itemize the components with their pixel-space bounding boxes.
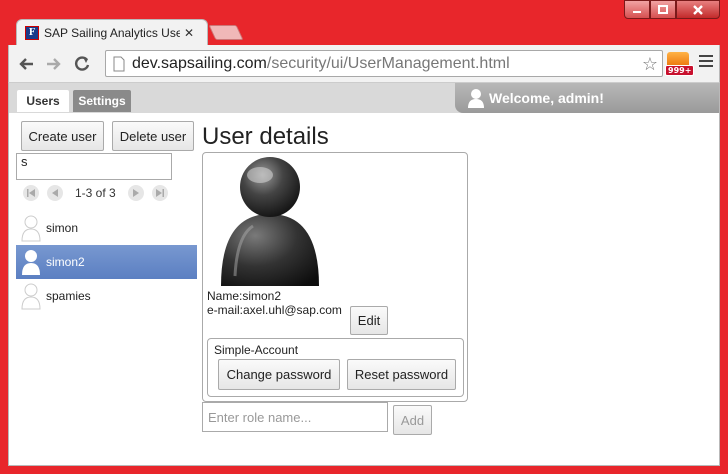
reload-button[interactable] <box>71 53 93 75</box>
last-page-icon <box>155 189 164 197</box>
new-tab-button[interactable] <box>208 25 244 40</box>
page-content: Users Settings Welcome, admin! Create us… <box>8 82 720 466</box>
list-item[interactable]: simon2 <box>16 245 197 279</box>
user-avatar-icon <box>221 157 319 286</box>
tab-settings[interactable]: Settings <box>73 90 131 112</box>
user-filter-input[interactable]: s <box>16 153 172 180</box>
user-name: simon2 <box>46 255 85 269</box>
back-arrow-icon <box>19 57 33 70</box>
user-icon <box>468 89 484 108</box>
welcome-text: Welcome, admin! <box>489 90 604 106</box>
tab-close-icon[interactable]: ✕ <box>184 26 194 40</box>
list-item[interactable]: simon <box>16 211 197 245</box>
bookmark-star-icon[interactable]: ☆ <box>642 54 658 75</box>
chrome-menu-icon[interactable] <box>699 55 713 70</box>
rss-count-badge: 999+ <box>665 65 695 76</box>
close-icon <box>693 4 703 15</box>
prev-page-button[interactable] <box>47 185 63 201</box>
edit-button[interactable]: Edit <box>350 306 388 335</box>
maximize-icon <box>658 5 668 14</box>
list-item[interactable]: spamies <box>16 279 197 313</box>
page-title: User details <box>202 123 329 150</box>
window-controls <box>624 0 720 20</box>
create-user-button[interactable]: Create user <box>21 121 104 151</box>
first-page-button[interactable] <box>23 185 39 201</box>
user-details-panel: Name:simon2 e-mail:axel.uhl@sap.com Edit… <box>202 152 468 402</box>
forward-arrow-icon <box>47 57 61 70</box>
user-name: simon <box>46 221 79 235</box>
next-page-icon <box>132 189 139 197</box>
url-host: dev.sapsailing.com <box>132 54 267 72</box>
minimize-button[interactable] <box>624 0 650 19</box>
pager-text: 1-3 of 3 <box>75 186 116 200</box>
user-list: simon simon2 spamies <box>16 211 197 313</box>
reload-icon <box>75 55 90 71</box>
tab-title: SAP Sailing Analytics User <box>44 26 180 40</box>
add-role-button[interactable]: Add <box>393 405 432 435</box>
tab-users[interactable]: Users <box>17 90 69 112</box>
minimize-icon <box>633 10 641 13</box>
back-button[interactable] <box>15 53 37 75</box>
avatar <box>217 156 323 286</box>
user-email-line: e-mail:axel.uhl@sap.com <box>207 303 342 317</box>
browser-window: F SAP Sailing Analytics User ✕ dev.sapsa… <box>0 0 728 474</box>
simple-account-group: Simple-Account Change password Reset pas… <box>207 338 464 397</box>
user-name: spamies <box>46 289 91 303</box>
user-name-line: Name:simon2 <box>207 289 282 303</box>
change-password-button[interactable]: Change password <box>218 359 340 390</box>
last-page-button[interactable] <box>151 185 168 201</box>
close-window-button[interactable] <box>676 0 720 19</box>
welcome-banner: Welcome, admin! <box>455 83 719 113</box>
maximize-button[interactable] <box>650 0 676 19</box>
url-path: /security/ui/UserManagement.html <box>266 54 510 72</box>
page-icon <box>113 56 125 71</box>
favicon-icon: F <box>25 26 39 40</box>
forward-button[interactable] <box>43 53 65 75</box>
app-header: Users Settings Welcome, admin! <box>9 83 719 113</box>
user-icon <box>21 215 41 242</box>
reset-password-button[interactable]: Reset password <box>347 359 456 390</box>
browser-toolbar: dev.sapsailing.com/security/ui/UserManag… <box>8 45 720 82</box>
account-label: Simple-Account <box>214 343 299 357</box>
address-bar[interactable]: dev.sapsailing.com/security/ui/UserManag… <box>105 50 663 77</box>
delete-user-button[interactable]: Delete user <box>112 121 194 151</box>
user-icon <box>22 250 40 275</box>
user-icon <box>21 283 41 310</box>
next-page-button[interactable] <box>127 185 144 201</box>
pager: 1-3 of 3 <box>23 185 183 201</box>
role-name-input[interactable]: Enter role name... <box>202 402 388 432</box>
prev-page-icon <box>52 189 58 197</box>
rss-extension-button[interactable]: 999+ <box>665 52 695 76</box>
first-page-icon <box>27 189 35 197</box>
browser-tab[interactable]: F SAP Sailing Analytics User ✕ <box>16 19 208 46</box>
